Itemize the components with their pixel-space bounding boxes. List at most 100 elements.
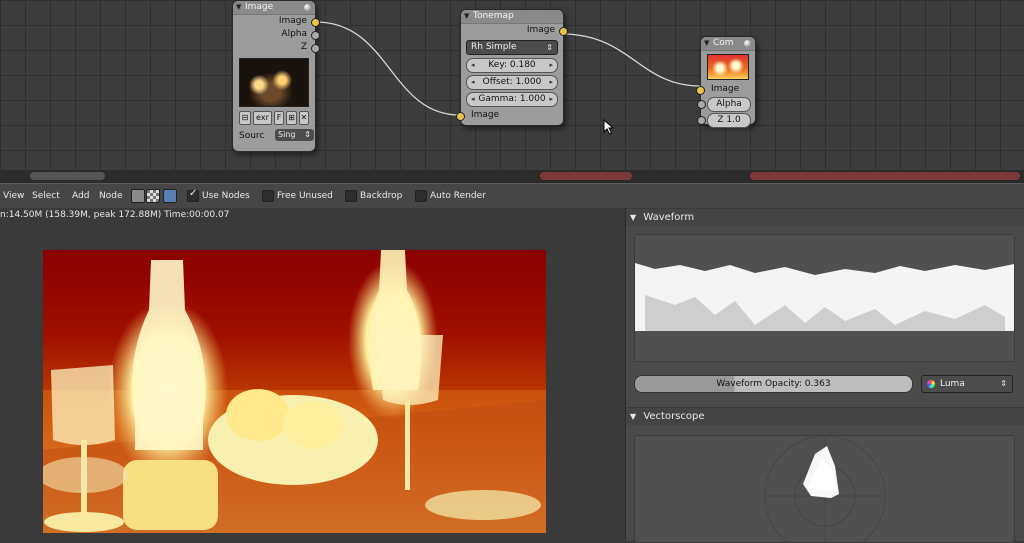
- vectorscope[interactable]: [634, 435, 1015, 543]
- gamma-value: Gamma: 1.000: [478, 94, 546, 104]
- vectorscope-panel-header[interactable]: ▼ Vectorscope: [626, 407, 1024, 425]
- decrement-arrow-icon[interactable]: ◂: [471, 93, 475, 106]
- use-nodes-checkbox[interactable]: [187, 188, 199, 202]
- node-preview-toggle-icon[interactable]: [744, 40, 751, 47]
- tonemap-type-select[interactable]: Rh Simple ⇕: [466, 40, 558, 55]
- z-output-socket[interactable]: [311, 44, 320, 53]
- image-node-thumbnail: [239, 58, 309, 107]
- decrement-arrow-icon[interactable]: ◂: [471, 59, 475, 72]
- menu-select[interactable]: Select: [32, 184, 60, 208]
- image-node[interactable]: ▼ Image Image Alpha Z ⊟ exr F ⊞ ✕ Sourc …: [232, 0, 320, 152]
- output-z-socket-row: Z: [233, 41, 320, 54]
- wire-tonemap-to-composite: [561, 33, 701, 87]
- collapse-triangle-icon[interactable]: ▼: [464, 10, 469, 23]
- source-select-value: Sing: [278, 130, 296, 139]
- scrollbar-thumb-highlight[interactable]: [540, 172, 632, 180]
- composite-z-field[interactable]: Z 1.0: [697, 113, 751, 128]
- tonemap-node[interactable]: ▼ Tonemap Image Rh Simple ⇕ ◂ Key: 0.180…: [456, 9, 568, 126]
- source-select[interactable]: Sing ⇕: [275, 129, 314, 141]
- vectorscope-title: Vectorscope: [643, 411, 705, 422]
- composite-alpha-field[interactable]: Alpha: [697, 97, 751, 112]
- offset-field[interactable]: ◂ Offset: 1.000 ▸: [466, 75, 558, 90]
- alpha-value: Alpha: [716, 99, 742, 109]
- shader-tree-icon[interactable]: [131, 189, 145, 203]
- free-unused-checkbox[interactable]: [262, 190, 274, 202]
- image-name-field[interactable]: exr: [253, 111, 272, 125]
- increment-arrow-icon[interactable]: ▸: [549, 93, 553, 106]
- socket-label: Image: [278, 16, 307, 26]
- gamma-field[interactable]: ◂ Gamma: 1.000 ▸: [466, 92, 558, 107]
- backdrop-label: Backdrop: [360, 191, 403, 201]
- render-result-image: [43, 250, 546, 533]
- composite-image-input-socket[interactable]: [696, 86, 705, 95]
- tonemap-input-row: Image: [456, 109, 563, 122]
- node-editor[interactable]: ▼ Image Image Alpha Z ⊟ exr F ⊞ ✕ Sourc …: [0, 0, 1024, 183]
- image-viewer[interactable]: n:14.50M (158.39M, peak 172.88M) Time:00…: [0, 208, 625, 541]
- socket-label: Image: [711, 84, 740, 94]
- tonemap-node-title: Tonemap: [473, 11, 514, 21]
- menu-view[interactable]: View: [3, 184, 24, 208]
- waveform-scope[interactable]: [634, 234, 1015, 362]
- compositing-tree-icon[interactable]: [146, 189, 160, 203]
- key-field[interactable]: ◂ Key: 0.180 ▸: [466, 58, 558, 73]
- wire-image-to-tonemap: [315, 21, 461, 116]
- output-alpha-socket-row: Alpha: [233, 28, 320, 41]
- fake-user-button[interactable]: F: [273, 111, 285, 125]
- composite-z-input-socket[interactable]: [697, 116, 706, 125]
- waveform-mode-value: Luma: [940, 379, 965, 389]
- texture-tree-icon[interactable]: [163, 189, 177, 203]
- decrement-arrow-icon[interactable]: ◂: [471, 76, 475, 89]
- free-unused-label: Free Unused: [277, 191, 333, 201]
- render-result-drawing: [43, 250, 546, 533]
- chevron-updown-icon: ⇕: [1000, 379, 1007, 388]
- composite-alpha-input-socket[interactable]: [697, 100, 706, 109]
- collapse-triangle-icon[interactable]: ▼: [704, 37, 709, 50]
- waveform-opacity-label: Waveform Opacity: 0.363: [716, 379, 831, 389]
- tonemap-image-input-socket[interactable]: [456, 112, 465, 121]
- offset-value: Offset: 1.000: [482, 77, 542, 87]
- composite-image-row: Image: [696, 83, 755, 96]
- waveform-opacity-slider[interactable]: Waveform Opacity: 0.363: [634, 375, 913, 393]
- z-value: Z 1.0: [717, 115, 741, 125]
- node-preview-toggle-icon[interactable]: [304, 4, 311, 11]
- scopes-panel: ▼ Waveform Waveform Opacity: 0.363 Luma …: [625, 208, 1024, 543]
- source-label: Sourc: [239, 131, 265, 141]
- image-output-socket[interactable]: [311, 18, 320, 27]
- scrollbar-thumb-highlight[interactable]: [750, 172, 1020, 180]
- waveform-title: Waveform: [643, 212, 695, 223]
- alpha-output-socket[interactable]: [311, 31, 320, 40]
- waveform-mode-select[interactable]: Luma ⇕: [921, 375, 1013, 393]
- image-node-header[interactable]: ▼ Image: [233, 1, 315, 15]
- increment-arrow-icon[interactable]: ▸: [549, 76, 553, 89]
- node-editor-header: View Select Add Node Use Nodes Free Unus…: [0, 183, 1024, 209]
- waveform-panel-header[interactable]: ▼ Waveform: [626, 208, 1024, 226]
- unlink-image-button[interactable]: ✕: [298, 111, 310, 125]
- composite-preview-thumbnail: [707, 54, 749, 80]
- socket-label: Image: [526, 25, 555, 35]
- backdrop-checkbox[interactable]: [345, 190, 357, 202]
- tonemap-image-output-socket[interactable]: [559, 27, 568, 36]
- chevron-updown-icon: ⇕: [304, 130, 311, 139]
- vectorscope-plot: [764, 436, 886, 542]
- composite-node-header[interactable]: ▼ Com: [701, 37, 755, 51]
- socket-label: Z: [300, 42, 307, 52]
- menu-add[interactable]: Add: [72, 184, 89, 208]
- auto-render-checkbox[interactable]: [415, 190, 427, 202]
- socket-label: Image: [471, 110, 500, 120]
- color-wheel-icon: [927, 380, 935, 388]
- use-nodes-label: Use Nodes: [202, 191, 250, 201]
- tonemap-node-header[interactable]: ▼ Tonemap: [461, 10, 563, 24]
- composite-node-title: Com: [713, 38, 734, 48]
- image-browse-button[interactable]: ⊟: [239, 111, 252, 125]
- new-image-button[interactable]: ⊞: [286, 111, 297, 125]
- triangle-down-icon: ▼: [630, 213, 637, 222]
- menu-node[interactable]: Node: [99, 184, 123, 208]
- collapse-triangle-icon[interactable]: ▼: [236, 1, 241, 14]
- mouse-pointer-icon: [603, 119, 615, 135]
- chevron-updown-icon: ⇕: [546, 43, 553, 52]
- increment-arrow-icon[interactable]: ▸: [549, 59, 553, 72]
- composite-node[interactable]: ▼ Com Image Alpha Z 1.0: [696, 36, 756, 128]
- image-node-title: Image: [245, 2, 274, 12]
- node-editor-scrollbar[interactable]: [0, 170, 1024, 183]
- scrollbar-thumb[interactable]: [30, 172, 105, 180]
